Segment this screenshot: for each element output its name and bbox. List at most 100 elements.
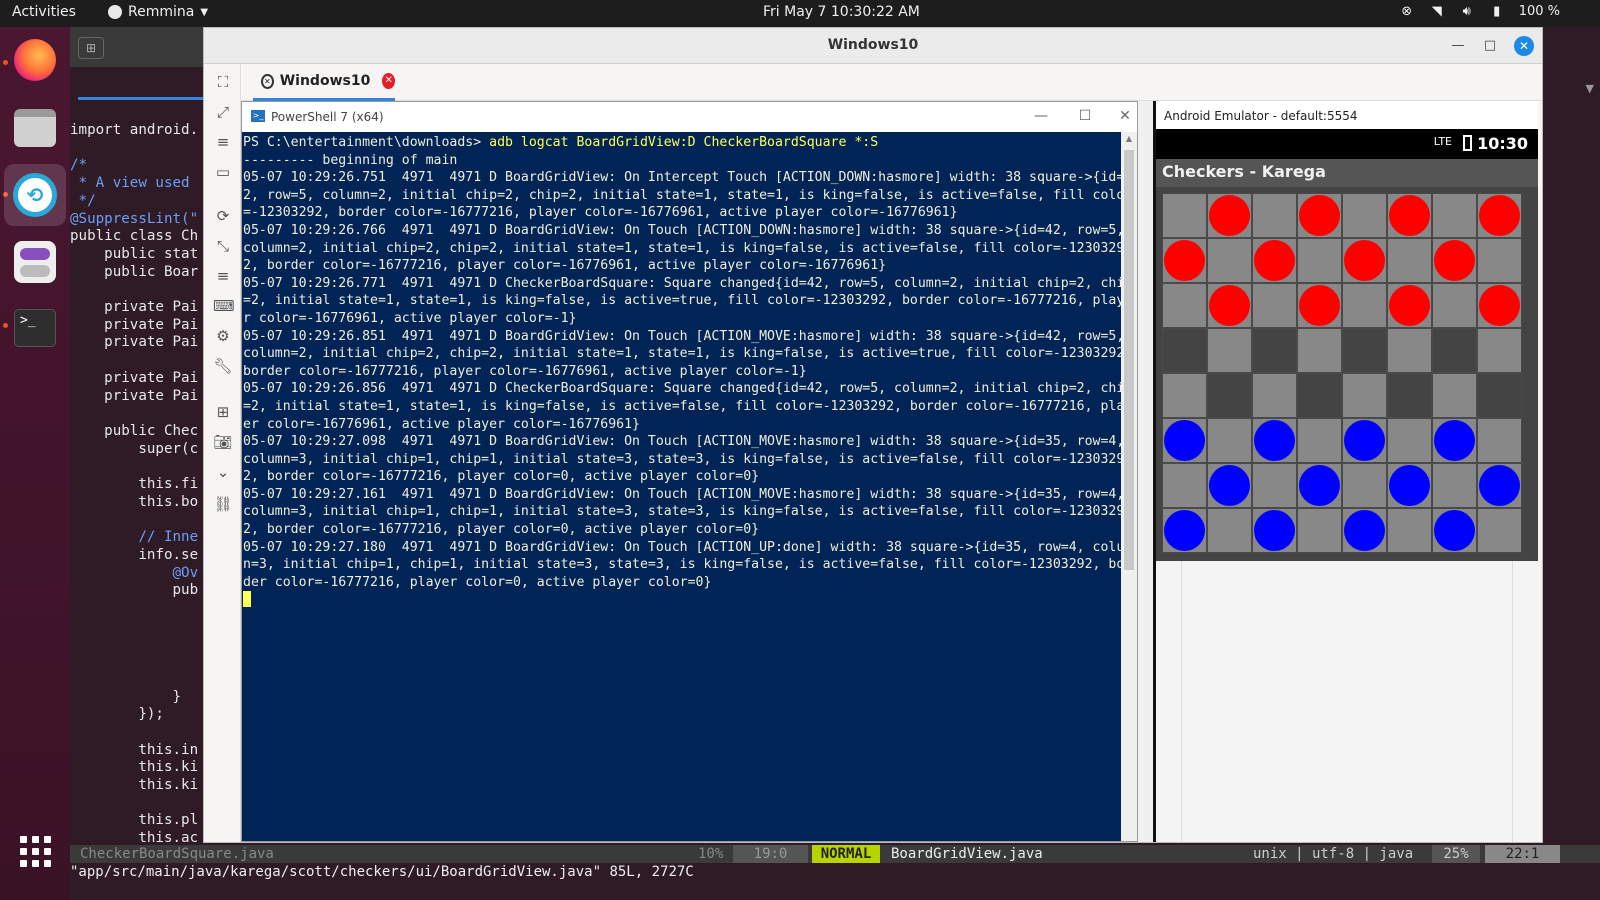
board-square[interactable] — [1162, 418, 1207, 463]
board-square[interactable] — [1432, 418, 1477, 463]
board-square[interactable] — [1477, 193, 1522, 238]
app-menu[interactable]: Remmina ▼ — [108, 4, 208, 20]
board-square[interactable] — [1432, 463, 1477, 508]
board-square[interactable] — [1432, 508, 1477, 553]
board-square[interactable] — [1387, 418, 1432, 463]
board-square[interactable] — [1207, 238, 1252, 283]
board-square[interactable] — [1162, 373, 1207, 418]
scrollbar-thumb[interactable] — [1124, 150, 1134, 570]
tweaks-launcher[interactable] — [10, 237, 60, 287]
board-square[interactable] — [1297, 193, 1342, 238]
red-checker-piece[interactable] — [1344, 240, 1385, 281]
board-square[interactable] — [1432, 238, 1477, 283]
new-tab-icon[interactable]: ⊞ — [78, 37, 104, 59]
blue-checker-piece[interactable] — [1344, 510, 1385, 551]
fullscreen-icon[interactable]: ⤢ — [213, 102, 233, 122]
remote-desktop-view[interactable]: >_ PowerShell 7 (x64) — ☐ ✕ PS C:\entert… — [241, 101, 1538, 842]
blue-checker-piece[interactable] — [1389, 465, 1430, 506]
board-square[interactable] — [1162, 193, 1207, 238]
blue-checker-piece[interactable] — [1299, 465, 1340, 506]
powershell-titlebar[interactable]: >_ PowerShell 7 (x64) — ☐ ✕ — [242, 102, 1137, 132]
toolbar-menu-icon[interactable]: ≡ — [213, 266, 233, 286]
board-square[interactable] — [1342, 283, 1387, 328]
duplicate-icon[interactable]: ⊞ — [213, 402, 233, 422]
red-checker-piece[interactable] — [1434, 240, 1475, 281]
minimize-icon[interactable]: ⌄ — [213, 462, 233, 482]
terminal-launcher[interactable]: >_ — [10, 303, 60, 353]
board-square[interactable] — [1477, 238, 1522, 283]
powershell-window[interactable]: >_ PowerShell 7 (x64) — ☐ ✕ PS C:\entert… — [241, 101, 1138, 842]
board-square[interactable] — [1162, 328, 1207, 373]
board-square[interactable] — [1342, 328, 1387, 373]
board-square[interactable] — [1297, 283, 1342, 328]
maximize-button[interactable]: □ — [1480, 36, 1500, 56]
board-square[interactable] — [1252, 193, 1297, 238]
board-square[interactable] — [1342, 238, 1387, 283]
board-square[interactable] — [1252, 238, 1297, 283]
board-square[interactable] — [1207, 283, 1252, 328]
tab-windows10[interactable]: ✕ Windows10 ✕ — [253, 64, 395, 101]
board-square[interactable] — [1297, 238, 1342, 283]
remmina-window[interactable]: Windows10 — □ ✕ ⛶ ⤢ ≡ ▭ ⟳ ⤡ ≡ ⌨ ⚙ 🔧︎ ⊞ 📷︎ ⌄ ⛓ ✕ Windo… — [203, 27, 1543, 843]
board-square[interactable] — [1387, 328, 1432, 373]
files-launcher[interactable] — [10, 103, 60, 153]
red-checker-piece[interactable] — [1254, 240, 1295, 281]
board-square[interactable] — [1342, 193, 1387, 238]
board-square[interactable] — [1207, 373, 1252, 418]
board-square[interactable] — [1162, 283, 1207, 328]
vim-command-line[interactable]: "app/src/main/java/karega/scott/checkers… — [70, 863, 694, 881]
chevron-down-icon[interactable]: ▼ — [1586, 82, 1594, 95]
board-square[interactable] — [1252, 328, 1297, 373]
board-square[interactable] — [1387, 193, 1432, 238]
board-square[interactable] — [1207, 418, 1252, 463]
code-view[interactable]: import android. /* * A view used */@Supp… — [70, 122, 198, 848]
board-square[interactable] — [1252, 508, 1297, 553]
keyboard-icon[interactable]: ⌨ — [213, 296, 235, 316]
board-square[interactable] — [1387, 373, 1432, 418]
blue-checker-piece[interactable] — [1254, 510, 1295, 551]
board-square[interactable] — [1297, 328, 1342, 373]
board-square[interactable] — [1477, 283, 1522, 328]
blue-checker-piece[interactable] — [1479, 465, 1520, 506]
blue-checker-piece[interactable] — [1434, 420, 1475, 461]
board-square[interactable] — [1162, 463, 1207, 508]
board-square[interactable] — [1207, 508, 1252, 553]
blue-checker-piece[interactable] — [1344, 420, 1385, 461]
blue-checker-piece[interactable] — [1164, 420, 1205, 461]
device-screen[interactable]: LTE 10:30 Checkers - Karega — [1156, 129, 1538, 842]
close-button[interactable]: ✕ — [1514, 36, 1534, 56]
close-tab-icon[interactable]: ✕ — [382, 73, 395, 89]
board-square[interactable] — [1432, 193, 1477, 238]
clock[interactable]: Fri May 7 10:30:22 AM — [763, 4, 920, 20]
scroll-up-icon[interactable]: ▲ — [1121, 134, 1137, 143]
console-output[interactable]: PS C:\entertainment\downloads> adb logca… — [242, 132, 1137, 609]
firefox-launcher[interactable] — [10, 35, 60, 85]
show-applications-icon[interactable] — [20, 836, 51, 867]
scale-icon[interactable]: ⤡ — [213, 236, 233, 256]
scrollbar[interactable]: ▲ — [1121, 132, 1137, 841]
board-square[interactable] — [1387, 463, 1432, 508]
disconnect-icon[interactable]: ⛓ — [213, 494, 233, 514]
board-square[interactable] — [1297, 463, 1342, 508]
dynamic-resolution-icon[interactable]: ⟳ — [213, 206, 233, 226]
tools-icon[interactable]: 🔧︎ — [213, 356, 233, 376]
maximize-button[interactable]: ☐ — [1073, 106, 1097, 126]
red-checker-piece[interactable] — [1389, 195, 1430, 236]
board-square[interactable] — [1432, 373, 1477, 418]
red-checker-piece[interactable] — [1479, 195, 1520, 236]
checker-board[interactable] — [1162, 193, 1522, 553]
board-square[interactable] — [1252, 373, 1297, 418]
minimize-button[interactable]: — — [1448, 36, 1468, 56]
red-checker-piece[interactable] — [1209, 195, 1250, 236]
board-square[interactable] — [1252, 418, 1297, 463]
fit-screen-icon[interactable]: ⛶ — [213, 72, 233, 92]
menu-icon[interactable]: ≡ — [213, 132, 233, 152]
board-square[interactable] — [1342, 508, 1387, 553]
screenshot-icon[interactable]: 📷︎ — [213, 432, 233, 452]
board-square[interactable] — [1162, 508, 1207, 553]
board-square[interactable] — [1342, 418, 1387, 463]
red-checker-piece[interactable] — [1209, 285, 1250, 326]
red-checker-piece[interactable] — [1389, 285, 1430, 326]
board-square[interactable] — [1432, 283, 1477, 328]
blue-checker-piece[interactable] — [1254, 420, 1295, 461]
